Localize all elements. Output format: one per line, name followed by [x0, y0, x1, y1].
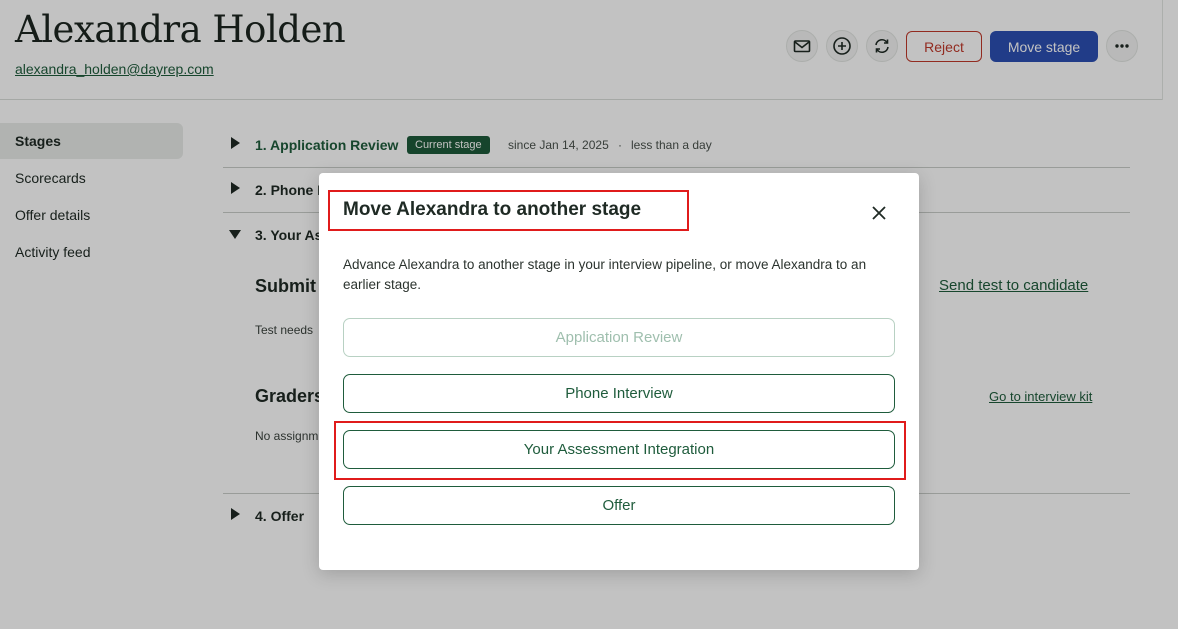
- close-button[interactable]: [867, 201, 891, 225]
- stage-option-application-review: Application Review: [343, 318, 895, 357]
- dialog-description: Advance Alexandra to another stage in yo…: [343, 257, 867, 292]
- stage-option-offer[interactable]: Offer: [343, 486, 895, 525]
- close-icon: [872, 206, 886, 220]
- stage-option-your-assessment-integration[interactable]: Your Assessment Integration: [343, 430, 895, 469]
- stage-option-phone-interview[interactable]: Phone Interview: [343, 374, 895, 413]
- move-stage-dialog: Move Alexandra to another stage Advance …: [319, 173, 919, 570]
- dialog-title: Move Alexandra to another stage: [343, 199, 642, 220]
